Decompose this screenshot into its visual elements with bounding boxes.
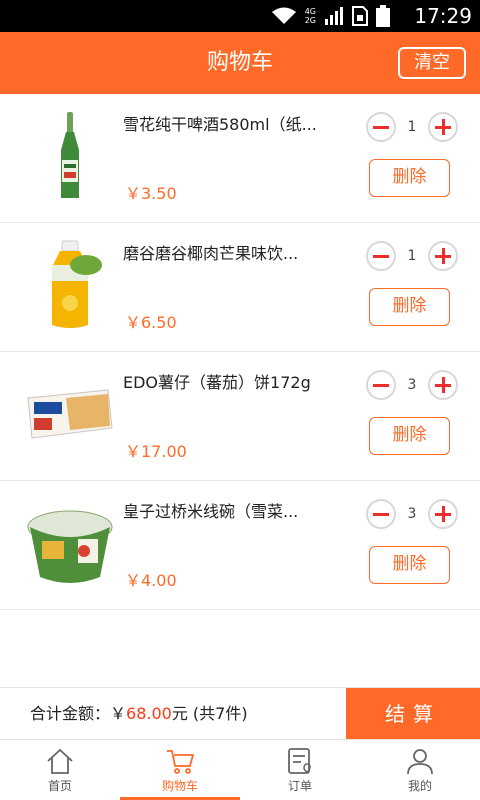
- drink-bottle-image[interactable]: [26, 239, 114, 331]
- increase-button[interactable]: [428, 112, 458, 142]
- delete-button[interactable]: 删除: [369, 288, 450, 326]
- tab-home[interactable]: 首页: [0, 740, 120, 800]
- status-icons: 4G 2G: [271, 5, 390, 27]
- bottom-tab-bar: 首页 购物车 订单 我的: [0, 739, 480, 800]
- product-price: ￥6.50: [125, 313, 177, 332]
- product-price: ￥4.00: [125, 571, 177, 590]
- network-top-label: 4G: [304, 7, 316, 16]
- quantity-stepper: 3: [366, 499, 458, 529]
- increase-button[interactable]: [428, 241, 458, 271]
- tab-profile[interactable]: 我的: [360, 740, 480, 800]
- header-bar: 购物车 清空: [0, 32, 480, 94]
- cracker-box-image[interactable]: [26, 368, 114, 460]
- total-label: 合计金额：￥: [30, 704, 127, 723]
- total-summary: 合计金额：￥68.00元 (共7件): [30, 688, 248, 740]
- quantity-value: 3: [407, 506, 417, 522]
- increase-button[interactable]: [428, 370, 458, 400]
- tab-label: 我的: [407, 779, 432, 793]
- product-price: ￥3.50: [125, 184, 177, 203]
- delete-button[interactable]: 删除: [369, 159, 450, 197]
- minus-icon: [373, 126, 389, 129]
- cart-item: 磨谷磨谷椰肉芒果味饮... ￥6.50 1 删除: [0, 223, 480, 352]
- signal-icon: [325, 7, 343, 25]
- minus-icon: [373, 255, 389, 258]
- cart-list: 雪花纯干啤酒580ml（纸... ￥3.50 1 删除 磨谷磨谷椰肉芒果味饮..…: [0, 94, 480, 610]
- total-suffix: 元 (共7件): [171, 704, 248, 723]
- product-name[interactable]: 雪花纯干啤酒580ml（纸...: [123, 111, 333, 135]
- quantity-value: 1: [407, 248, 417, 264]
- quantity-value: 1: [407, 119, 417, 135]
- tab-label: 首页: [47, 779, 72, 793]
- quantity-stepper: 3: [366, 370, 458, 400]
- sim-icon: [352, 6, 368, 26]
- home-icon: [47, 748, 73, 774]
- cart-item: 雪花纯干啤酒580ml（纸... ￥3.50 1 删除: [0, 94, 480, 223]
- delete-button[interactable]: 删除: [369, 417, 450, 455]
- battery-icon: [376, 5, 390, 27]
- network-bottom-label: 2G: [304, 16, 316, 25]
- product-name[interactable]: 皇子过桥米线碗（雪菜...: [123, 498, 333, 522]
- tab-label: 订单: [287, 779, 312, 793]
- tab-cart[interactable]: 购物车: [120, 740, 240, 800]
- user-icon: [407, 749, 433, 775]
- clear-cart-button[interactable]: 清空: [398, 47, 466, 79]
- quantity-stepper: 1: [366, 241, 458, 271]
- quantity-stepper: 1: [366, 112, 458, 142]
- beer-bottle-image[interactable]: [26, 110, 114, 202]
- product-price: ￥17.00: [125, 442, 187, 461]
- tab-orders[interactable]: 订单: [240, 740, 360, 800]
- wifi-icon: [271, 7, 296, 24]
- network-type: 4G 2G: [305, 7, 316, 25]
- product-name[interactable]: 磨谷磨谷椰肉芒果味饮...: [123, 240, 333, 264]
- status-time: 17:29: [414, 4, 472, 28]
- total-amount: 68.00: [126, 704, 172, 723]
- decrease-button[interactable]: [366, 241, 396, 271]
- decrease-button[interactable]: [366, 112, 396, 142]
- noodle-bowl-image[interactable]: [26, 497, 114, 589]
- checkout-bar: 合计金额：￥68.00元 (共7件) 结算: [0, 687, 480, 740]
- tab-label: 购物车: [161, 779, 198, 793]
- increase-button[interactable]: [428, 499, 458, 529]
- minus-icon: [373, 384, 389, 387]
- checkout-button[interactable]: 结算: [346, 688, 480, 740]
- cart-item: 皇子过桥米线碗（雪菜... ￥4.00 3 删除: [0, 481, 480, 610]
- status-bar: 4G 2G 17:29: [0, 0, 480, 32]
- cart-icon: [167, 750, 195, 774]
- delete-button[interactable]: 删除: [369, 546, 450, 584]
- quantity-value: 3: [407, 377, 417, 393]
- cart-item: EDO薯仔（蕃茄）饼172g ￥17.00 3 删除: [0, 352, 480, 481]
- decrease-button[interactable]: [366, 499, 396, 529]
- decrease-button[interactable]: [366, 370, 396, 400]
- minus-icon: [373, 513, 389, 516]
- product-name[interactable]: EDO薯仔（蕃茄）饼172g: [123, 369, 333, 393]
- order-icon: [288, 748, 311, 774]
